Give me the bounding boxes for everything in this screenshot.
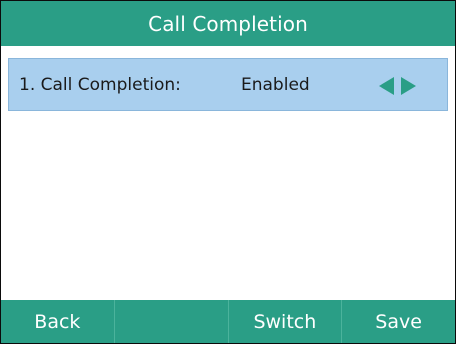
right-arrow-icon[interactable] (401, 77, 416, 95)
call-completion-value: Enabled (241, 75, 310, 95)
call-completion-label: 1. Call Completion: (19, 75, 181, 95)
list-item-call-completion[interactable]: 1. Call Completion: Enabled (8, 58, 448, 111)
save-softkey[interactable]: Save (342, 300, 455, 343)
back-softkey[interactable]: Back (1, 300, 115, 343)
settings-list: 1. Call Completion: Enabled (1, 46, 455, 300)
left-arrow-icon[interactable] (379, 77, 394, 95)
phone-screen: Call Completion 1. Call Completion: Enab… (0, 0, 456, 344)
switch-softkey[interactable]: Switch (229, 300, 343, 343)
empty-softkey[interactable] (115, 300, 229, 343)
page-title: Call Completion (1, 1, 455, 46)
softkey-bar: Back Switch Save (1, 300, 455, 343)
